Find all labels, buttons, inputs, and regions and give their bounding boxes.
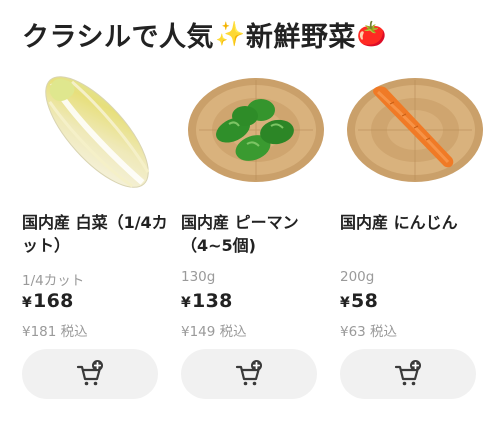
section-title: クラシルで人気 <box>22 21 214 53</box>
product-name[interactable]: 国内産 にんじん <box>340 211 490 234</box>
product-tax-price: ¥149 税込 <box>181 324 247 340</box>
product-name[interactable]: 国内産 白菜（1/4カット） <box>22 211 172 257</box>
section-header: クラシルで人気 ✨ 新鮮野菜 🍅 <box>22 12 388 56</box>
yen-symbol: ¥ <box>340 295 351 311</box>
price-value: 168 <box>33 290 74 312</box>
yen-symbol: ¥ <box>22 295 33 311</box>
green-pepper-image[interactable] <box>181 58 331 206</box>
carrot-image[interactable] <box>340 58 490 206</box>
product-price: ¥138 <box>181 290 233 312</box>
product-tax-price: ¥181 税込 <box>22 324 88 340</box>
tomato-icon: 🍅 <box>356 20 387 48</box>
cart-add-icon <box>76 360 103 386</box>
product-tax-price: ¥63 税込 <box>340 324 398 340</box>
yen-symbol: ¥ <box>181 295 192 311</box>
section-title-suffix: 新鮮野菜 <box>245 21 356 53</box>
product-price: ¥168 <box>22 290 74 312</box>
add-to-cart-button[interactable] <box>181 349 317 399</box>
product-card[interactable]: 国内産 白菜（1/4カット） 1/4カット ¥168 ¥181 税込 <box>22 58 172 418</box>
add-to-cart-button[interactable] <box>340 349 476 399</box>
sparkle-icon: ✨ <box>214 20 245 48</box>
cart-add-icon <box>235 360 262 386</box>
product-card[interactable]: 国内産 にんじん 200g ¥58 ¥63 税込 <box>340 58 490 418</box>
product-price: ¥58 <box>340 290 378 312</box>
product-carousel: 国内産 白菜（1/4カット） 1/4カット ¥168 ¥181 税込 国内産 ピ… <box>0 58 500 418</box>
price-value: 58 <box>351 290 379 312</box>
product-name[interactable]: 国内産 ピーマン（4~5個) <box>181 211 331 257</box>
napa-cabbage-image[interactable] <box>22 58 172 206</box>
product-unit: 130g <box>181 269 216 285</box>
cart-add-icon <box>394 360 421 386</box>
product-card[interactable]: 国内産 ピーマン（4~5個) 130g ¥138 ¥149 税込 <box>181 58 331 418</box>
price-value: 138 <box>192 290 233 312</box>
add-to-cart-button[interactable] <box>22 349 158 399</box>
product-unit: 1/4カット <box>22 273 85 289</box>
product-unit: 200g <box>340 269 375 285</box>
